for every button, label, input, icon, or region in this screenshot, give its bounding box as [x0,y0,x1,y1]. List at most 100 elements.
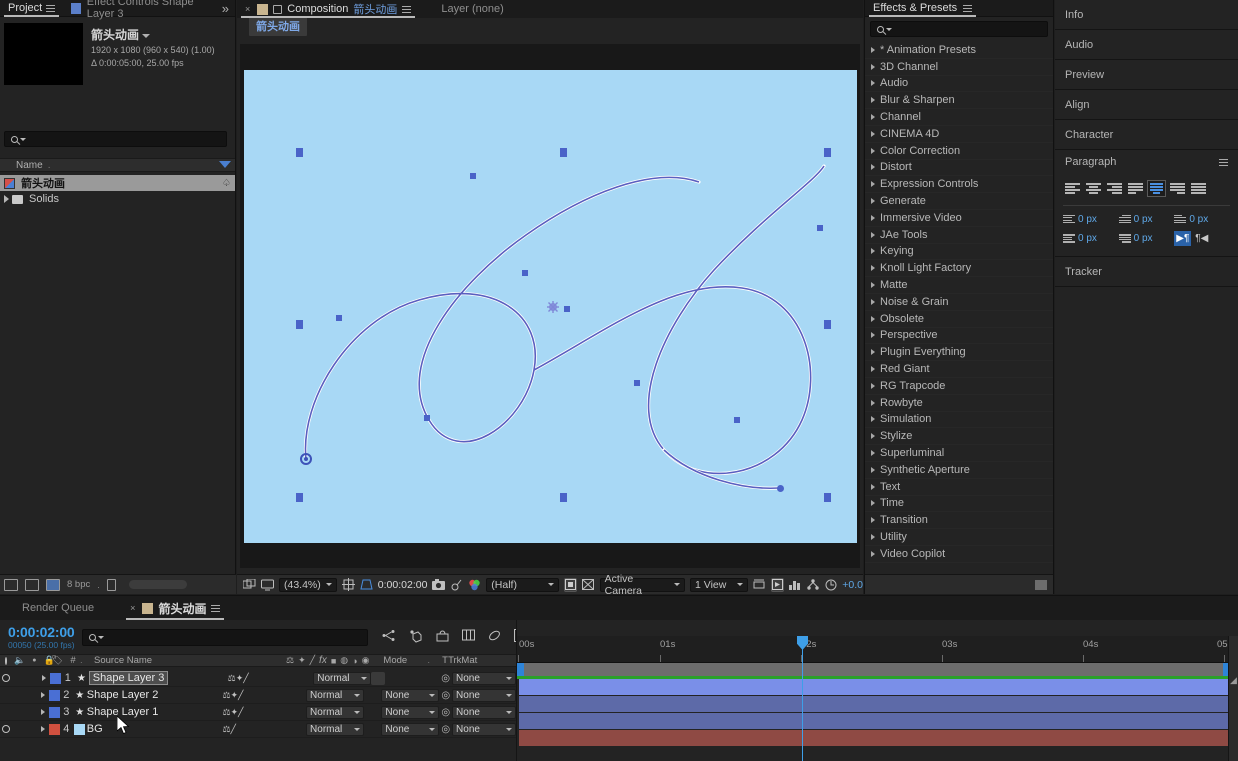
timeline-playhead[interactable] [802,636,803,761]
layer-label-color-icon[interactable] [50,673,61,684]
effects-category-item[interactable]: Audio [865,76,1053,93]
draft-3d-icon[interactable] [409,629,423,646]
panel-info[interactable]: Info [1055,0,1238,30]
project-search-input[interactable] [4,131,227,147]
t-cell[interactable] [371,672,385,685]
bit-depth-label[interactable]: 8 bpc [67,579,90,590]
parent-select[interactable]: None [452,689,516,702]
view-layout-select[interactable]: 1 View [690,578,748,592]
effects-category-item[interactable]: Text [865,479,1053,496]
fast-previews-icon[interactable] [771,578,784,592]
disclosure-triangle-icon[interactable] [871,316,875,322]
effects-category-item[interactable]: CINEMA 4D [865,126,1053,143]
breadcrumb-comp-chip[interactable]: 箭头动画 [249,16,307,36]
hide-shy-layers-icon[interactable] [436,629,449,645]
effects-category-item[interactable]: Generate [865,193,1053,210]
effects-panel-menu-icon[interactable] [963,3,972,14]
effects-category-item[interactable]: Synthetic Aperture [865,462,1053,479]
align-left-button[interactable] [1063,180,1082,197]
justify-last-left-button[interactable] [1126,180,1145,197]
disclosure-triangle-icon[interactable] [871,181,875,187]
layer-name[interactable]: Shape Layer 3 [89,671,169,685]
effects-search-input[interactable] [870,21,1048,37]
zoom-level-select[interactable]: (43.4%) [279,578,337,592]
tab-project[interactable]: Project [0,0,63,17]
disclosure-triangle-icon[interactable] [41,709,45,715]
exposure-reset-icon[interactable] [824,578,837,592]
align-center-button[interactable] [1084,180,1103,197]
effects-category-item[interactable]: Immersive Video [865,210,1053,227]
disclosure-triangle-icon[interactable] [871,64,875,70]
align-right-button[interactable] [1105,180,1124,197]
disclosure-triangle-icon[interactable] [4,195,9,203]
region-of-interest-icon[interactable] [360,578,373,592]
timeline-graph-area[interactable]: 00s 01s 02s 03s 04s 05s [516,620,1238,761]
tab-composition[interactable]: × Composition 箭头动画 [237,1,419,18]
effects-category-item[interactable]: Utility [865,529,1053,546]
layer-bar[interactable] [519,679,1232,695]
parent-select[interactable]: None [452,706,516,719]
composition-panel-menu-icon[interactable] [402,4,411,15]
timeline-search-input[interactable] [82,629,368,646]
trkmat-select[interactable]: None [381,706,439,719]
indent-right-margin-field[interactable]: 0 px [1063,231,1119,246]
table-row[interactable]: 4 BG ⚖╱ Normal None ◎ None [0,721,516,738]
parent-select[interactable]: None [452,672,516,685]
mode-header[interactable]: Mode [369,655,427,666]
work-area-start-handle[interactable] [517,663,524,676]
indent-last-line-field[interactable]: 0 px [1119,231,1175,246]
effects-category-item[interactable]: JAe Tools [865,227,1053,244]
layer-label-color-icon[interactable] [49,707,60,718]
composition-viewport[interactable] [240,44,860,568]
layer-bar[interactable] [519,730,1232,746]
effects-category-item[interactable]: Transition [865,512,1053,529]
effects-category-item[interactable]: Distort [865,160,1053,177]
disclosure-triangle-icon[interactable] [42,675,46,681]
effects-category-item[interactable]: Channel [865,109,1053,126]
panel-audio[interactable]: Audio [1055,30,1238,60]
parent-pickwhip-icon[interactable]: ◎ [439,721,452,737]
disclosure-triangle-icon[interactable] [871,131,875,137]
camera-view-select[interactable]: Active Camera [600,578,685,592]
disclosure-triangle-icon[interactable] [871,500,875,506]
direction-rtl-button[interactable]: ¶◀ [1193,231,1210,246]
video-toggle-icon[interactable] [2,725,10,733]
project-item-solids[interactable]: Solids [0,191,235,207]
composition-canvas[interactable] [244,70,857,543]
panel-align[interactable]: Align [1055,90,1238,120]
disclosure-triangle-icon[interactable] [871,383,875,389]
layer-switches[interactable]: ⚖✦╱ [228,670,278,686]
timeline-panel-icon[interactable] [789,578,802,592]
effects-category-item[interactable]: 3D Channel [865,59,1053,76]
effects-category-item[interactable]: Simulation [865,412,1053,429]
effects-category-item[interactable]: Knoll Light Factory [865,260,1053,277]
motion-blur-icon[interactable] [488,629,501,645]
layer-switches[interactable]: ⚖✦╱ [222,704,271,720]
timeline-panel-menu-icon[interactable] [211,603,220,614]
column-options-icon[interactable] [219,161,231,168]
timeline-vertical-scrollbar[interactable] [1228,636,1238,761]
disclosure-triangle-icon[interactable] [871,265,875,271]
effects-category-item[interactable]: Noise & Grain [865,294,1053,311]
layer-bar[interactable] [519,713,1232,729]
composition-timecode[interactable]: 0:00:02:00 [378,579,428,591]
work-area-bar[interactable] [517,663,1238,676]
effects-category-item[interactable]: Matte [865,277,1053,294]
comp-flowchart-icon[interactable] [807,578,820,592]
layer-label-color-icon[interactable] [49,724,60,735]
close-icon[interactable]: × [245,4,250,14]
indent-left-margin-field[interactable]: 0 px [1063,213,1119,225]
video-toggle-icon[interactable] [2,674,10,682]
parent-pickwhip-icon[interactable]: ◎ [439,704,452,720]
new-folder-icon[interactable] [25,579,39,591]
disclosure-triangle-icon[interactable] [871,80,875,86]
effects-category-item[interactable]: Blur & Sharpen [865,92,1053,109]
disclosure-triangle-icon[interactable] [871,551,875,557]
disclosure-triangle-icon[interactable] [871,248,875,254]
disclosure-triangle-icon[interactable] [871,332,875,338]
shy-icon[interactable]: ♤ [222,178,235,189]
timeline-resize-handle-icon[interactable]: ◢ [1229,675,1238,686]
effects-category-item[interactable]: Red Giant [865,361,1053,378]
panel-preview[interactable]: Preview [1055,60,1238,90]
table-row[interactable]: 2 ★ Shape Layer 2 ⚖✦╱ Normal None ◎ None [0,687,516,704]
